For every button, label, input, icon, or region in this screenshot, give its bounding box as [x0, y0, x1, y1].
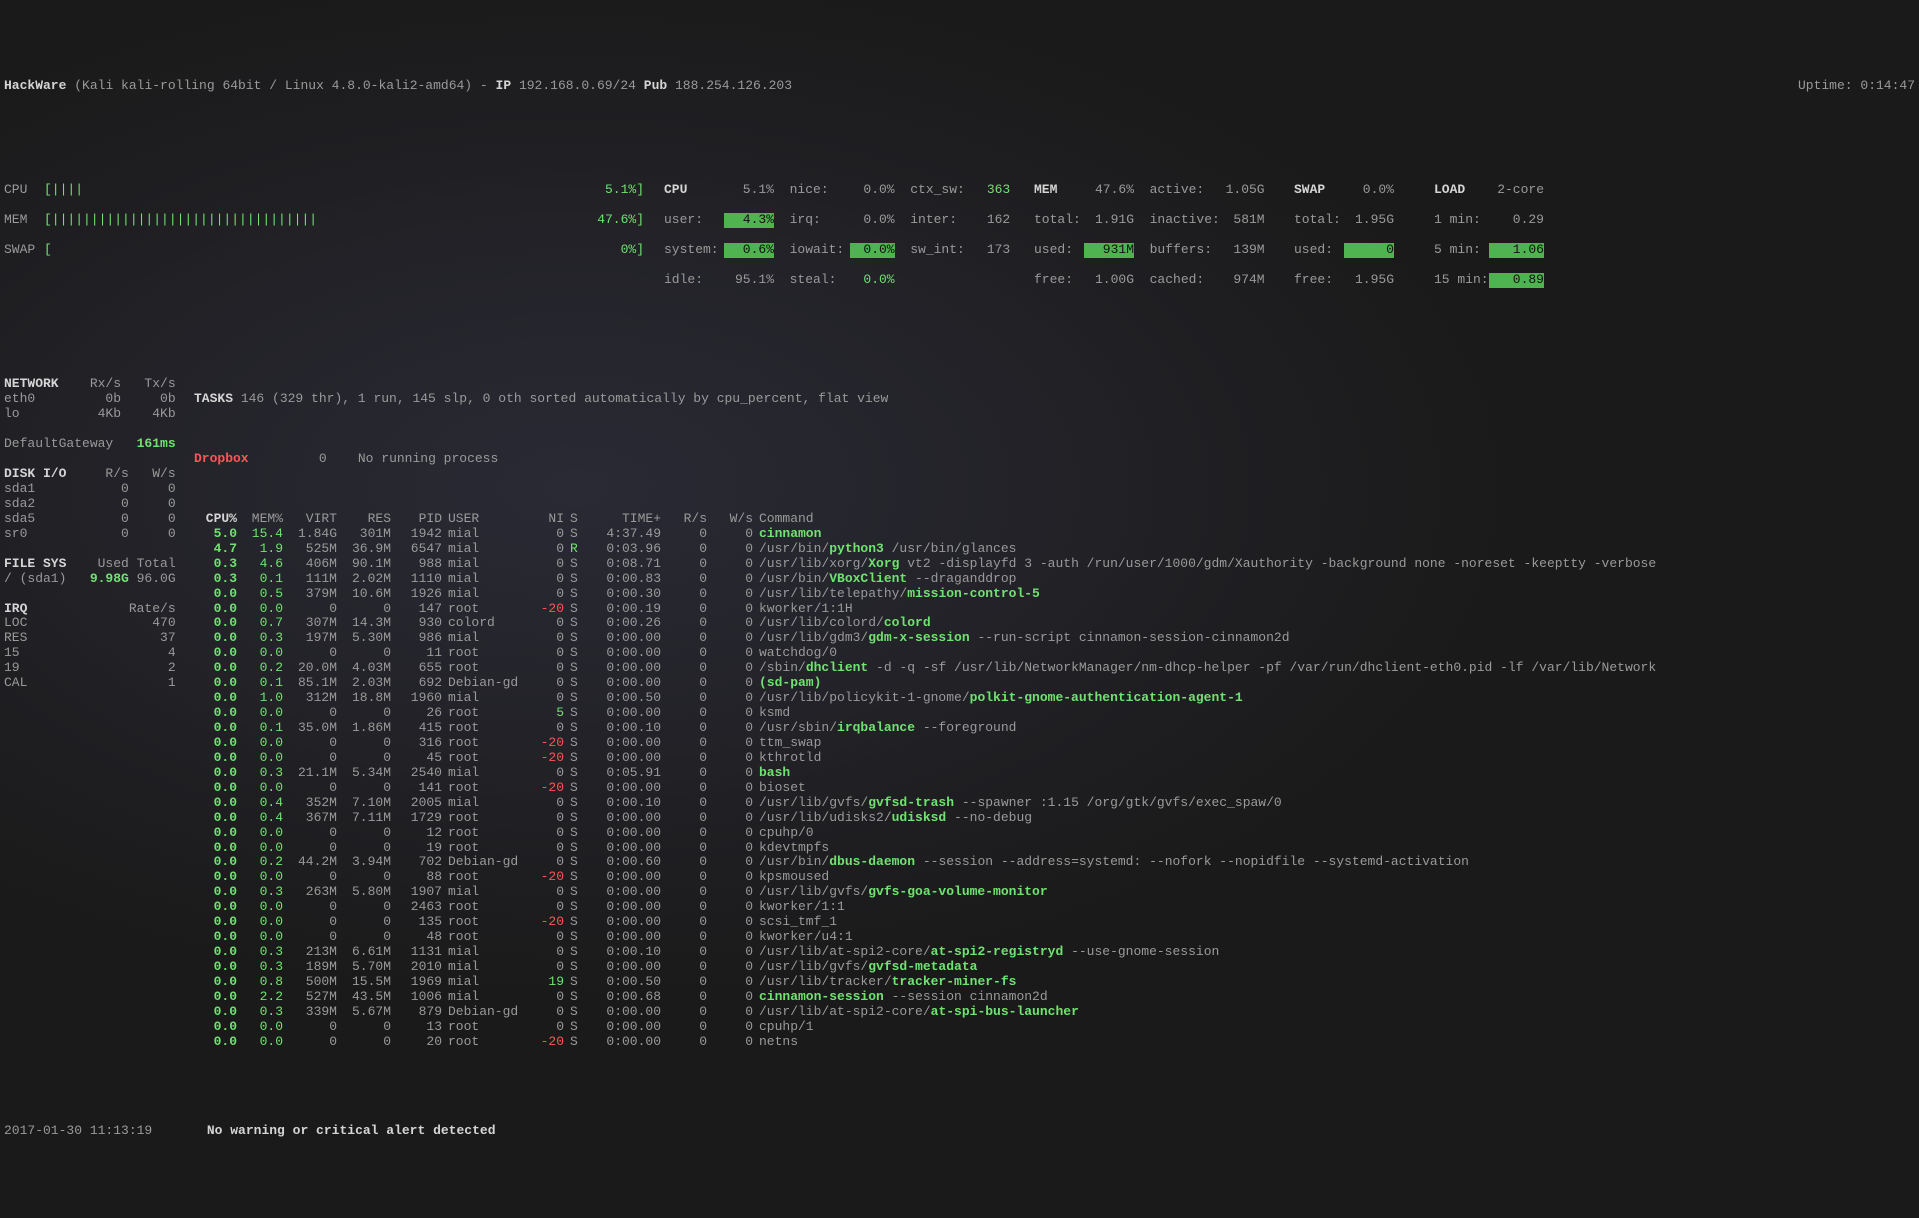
process-row[interactable]: 0.0 0.0 0 0 19 root 0 S 0:00.00 0 0 kdev…	[194, 841, 1659, 856]
process-row[interactable]: 0.0 0.3 197M 5.30M 986 mial 0 S 0:00.00 …	[194, 631, 1659, 646]
pub-label: Pub	[644, 78, 667, 93]
process-row[interactable]: 0.0 0.5 379M 10.6M 1926 mial 0 S 0:00.30…	[194, 587, 1659, 602]
process-row[interactable]: 0.0 0.2 20.0M 4.03M 655 root 0 S 0:00.00…	[194, 661, 1659, 676]
process-row[interactable]: 0.0 0.7 307M 14.3M 930 colord 0 S 0:00.2…	[194, 616, 1659, 631]
mem-detail: MEM47.6% active:1.05G total:1.91G inacti…	[1034, 168, 1294, 288]
tasks-text: 146 (329 thr), 1 run, 145 slp, 0 oth sor…	[241, 391, 889, 406]
usage-bars: CPU[||||5.1%] MEM[||||||||||||||||||||||…	[4, 168, 644, 288]
process-row[interactable]: 0.3 4.6 406M 90.1M 988 mial 0 S 0:08.71 …	[194, 557, 1659, 572]
process-row[interactable]: 0.0 1.0 312M 18.8M 1960 mial 0 S 0:00.50…	[194, 691, 1659, 706]
process-row[interactable]: 0.0 2.2 527M 43.5M 1006 mial 0 S 0:00.68…	[194, 990, 1659, 1005]
dropbox-label: Dropbox	[194, 451, 249, 466]
process-row[interactable]: 5.0 15.4 1.84G 301M 1942 mial 0 S 4:37.4…	[194, 527, 1659, 542]
swap-detail: SWAP0.0% total:1.95G used: 0 free:1.95G	[1294, 168, 1434, 288]
tasks-label: TASKS	[194, 391, 233, 406]
sidebar: NETWORK Rx/s Tx/s eth0 0b 0b lo 4Kb 4Kb …	[4, 377, 194, 1064]
process-row[interactable]: 0.3 0.1 111M 2.02M 1110 mial 0 S 0:00.83…	[194, 572, 1659, 587]
process-row[interactable]: 0.0 0.1 85.1M 2.03M 692 Debian-gd 0 S 0:…	[194, 676, 1659, 691]
process-row[interactable]: 0.0 0.0 0 0 11 root 0 S 0:00.00 0 0 watc…	[194, 646, 1659, 661]
process-header: CPU% MEM% VIRT RES PID USER NI S TIME+ R…	[194, 512, 1659, 527]
pub-value: 188.254.126.203	[675, 78, 792, 93]
hostname: HackWare	[4, 78, 66, 93]
process-row[interactable]: 0.0 0.3 339M 5.67M 879 Debian-gd 0 S 0:0…	[194, 1005, 1659, 1020]
footer-date: 2017-01-30 11:13:19	[4, 1123, 152, 1138]
process-row[interactable]: 0.0 0.0 0 0 135 root -20 S 0:00.00 0 0 s…	[194, 915, 1659, 930]
os-string: (Kali kali-rolling 64bit / Linux 4.8.0-k…	[74, 78, 472, 93]
process-row[interactable]: 0.0 0.0 0 0 147 root -20 S 0:00.19 0 0 k…	[194, 602, 1659, 617]
process-row[interactable]: 0.0 0.0 0 0 12 root 0 S 0:00.00 0 0 cpuh…	[194, 826, 1659, 841]
process-row[interactable]: 0.0 0.0 0 0 48 root 0 S 0:00.00 0 0 kwor…	[194, 930, 1659, 945]
process-row[interactable]: 0.0 0.3 189M 5.70M 2010 mial 0 S 0:00.00…	[194, 960, 1659, 975]
process-row[interactable]: 0.0 0.4 367M 7.11M 1729 root 0 S 0:00.00…	[194, 811, 1659, 826]
uptime-value: 0:14:47	[1860, 78, 1915, 93]
footer: 2017-01-30 11:13:19 No warning or critic…	[4, 1124, 1915, 1139]
footer-alert: No warning or critical alert detected	[207, 1123, 496, 1138]
process-row[interactable]: 0.0 0.2 44.2M 3.94M 702 Debian-gd 0 S 0:…	[194, 855, 1659, 870]
uptime-label: Uptime:	[1798, 78, 1853, 93]
ip-label: IP	[496, 78, 512, 93]
process-table: CPU% MEM% VIRT RES PID USER NI S TIME+ R…	[194, 512, 1659, 1050]
process-row[interactable]: 0.0 0.0 0 0 88 root -20 S 0:00.00 0 0 kp…	[194, 870, 1659, 885]
process-row[interactable]: 0.0 0.1 35.0M 1.86M 415 root 0 S 0:00.10…	[194, 721, 1659, 736]
process-row[interactable]: 0.0 0.0 0 0 2463 root 0 S 0:00.00 0 0 kw…	[194, 900, 1659, 915]
process-row[interactable]: 4.7 1.9 525M 36.9M 6547 mial 0 R 0:03.96…	[194, 542, 1659, 557]
process-row[interactable]: 0.0 0.0 0 0 45 root -20 S 0:00.00 0 0 kt…	[194, 751, 1659, 766]
process-row[interactable]: 0.0 0.8 500M 15.5M 1969 mial 19 S 0:00.5…	[194, 975, 1659, 990]
process-row[interactable]: 0.0 0.3 263M 5.80M 1907 mial 0 S 0:00.00…	[194, 885, 1659, 900]
process-row[interactable]: 0.0 0.3 21.1M 5.34M 2540 mial 0 S 0:05.9…	[194, 766, 1659, 781]
load-detail: LOAD2-core 1 min:0.29 5 min:1.06 15 min:…	[1434, 168, 1574, 288]
process-row[interactable]: 0.0 0.0 0 0 26 root 5 S 0:00.00 0 0 ksmd	[194, 706, 1659, 721]
process-panel: TASKS 146 (329 thr), 1 run, 145 slp, 0 o…	[194, 377, 1915, 1064]
process-row[interactable]: 0.0 0.0 0 0 141 root -20 S 0:00.00 0 0 b…	[194, 781, 1659, 796]
ip-value: 192.168.0.69/24	[519, 78, 636, 93]
process-row[interactable]: 0.0 0.4 352M 7.10M 2005 mial 0 S 0:00.10…	[194, 796, 1659, 811]
process-row[interactable]: 0.0 0.0 0 0 20 root -20 S 0:00.00 0 0 ne…	[194, 1035, 1659, 1050]
process-row[interactable]: 0.0 0.3 213M 6.61M 1131 mial 0 S 0:00.10…	[194, 945, 1659, 960]
process-row[interactable]: 0.0 0.0 0 0 316 root -20 S 0:00.00 0 0 t…	[194, 736, 1659, 751]
header: HackWare (Kali kali-rolling 64bit / Linu…	[4, 79, 1915, 94]
process-row[interactable]: 0.0 0.0 0 0 13 root 0 S 0:00.00 0 0 cpuh…	[194, 1020, 1659, 1035]
cpu-detail: CPU5.1% nice:0.0% ctx_sw:363 user: 4.3% …	[644, 168, 1034, 288]
